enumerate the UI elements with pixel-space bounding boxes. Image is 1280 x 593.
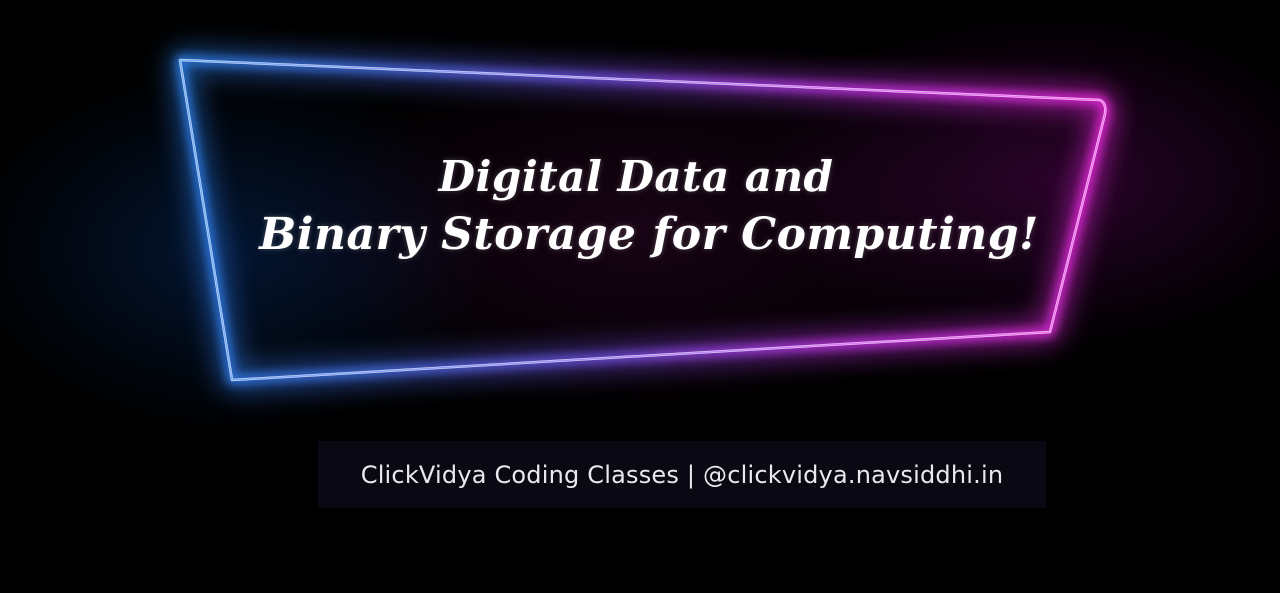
title-line-2: Binary Storage for Computing! [259,209,1039,260]
banner-title: Digital Data and Binary Storage for Comp… [0,148,1280,264]
banner: Digital Data and Binary Storage for Comp… [0,0,1280,593]
caption-text: ClickVidya Coding Classes | @clickvidya.… [360,460,1004,489]
title-line-1: Digital Data and [438,152,834,201]
caption-box: ClickVidya Coding Classes | @clickvidya.… [318,441,1046,508]
